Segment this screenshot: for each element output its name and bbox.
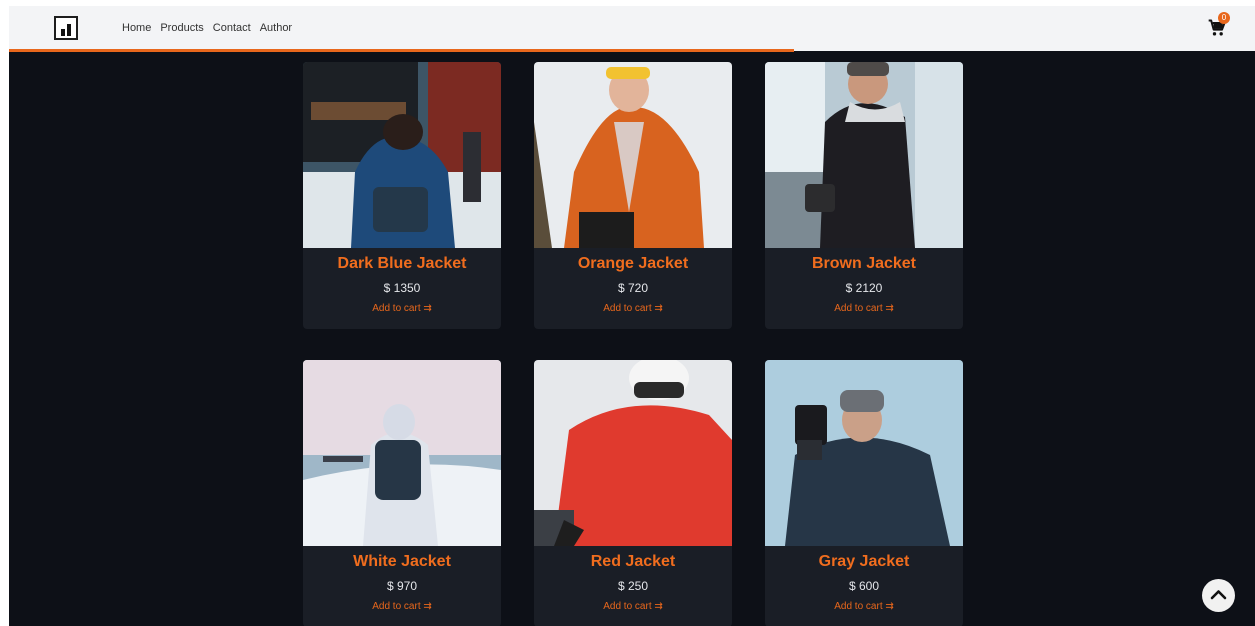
product-image — [765, 360, 963, 546]
add-to-cart-link[interactable]: Add to cart ⇉ — [765, 601, 963, 612]
product-image — [765, 62, 963, 248]
scroll-progress-bar — [9, 49, 794, 52]
nav-home-link[interactable]: Home — [122, 22, 151, 34]
product-title: White Jacket — [353, 553, 451, 570]
product-title: Orange Jacket — [577, 255, 689, 272]
product-card: Dark Blue Jacket $ 1350 Add to cart ⇉ — [303, 62, 501, 329]
nav-links: Home Products Contact Author — [122, 22, 301, 34]
product-title: Dark Blue Jacket — [337, 255, 467, 272]
product-card: White Jacket $ 970 Add to cart ⇉ — [303, 360, 501, 626]
product-price: $ 600 — [848, 579, 880, 593]
logo-icon[interactable] — [54, 16, 78, 40]
add-to-cart-link[interactable]: Add to cart ⇉ — [534, 601, 732, 612]
product-title: Red Jacket — [590, 553, 676, 570]
nav-author-link[interactable]: Author — [260, 22, 292, 34]
add-to-cart-link[interactable]: Add to cart ⇉ — [303, 303, 501, 314]
product-card: Red Jacket $ 250 Add to cart ⇉ — [534, 360, 732, 626]
product-image — [534, 360, 732, 546]
product-price: $ 2120 — [845, 281, 883, 295]
navbar: Home Products Contact Author 0 — [9, 6, 1255, 52]
product-card: Orange Jacket $ 720 Add to cart ⇉ — [534, 62, 732, 329]
chevron-up-icon — [1210, 590, 1227, 600]
product-card: Brown Jacket $ 2120 Add to cart ⇉ — [765, 62, 963, 329]
product-image — [303, 360, 501, 546]
product-image — [534, 62, 732, 248]
product-price: $ 970 — [386, 579, 418, 593]
add-to-cart-link[interactable]: Add to cart ⇉ — [303, 601, 501, 612]
product-price: $ 250 — [617, 579, 649, 593]
add-to-cart-link[interactable]: Add to cart ⇉ — [765, 303, 963, 314]
product-price: $ 720 — [617, 281, 649, 295]
page: Home Products Contact Author 0 Dark Blue… — [9, 6, 1255, 626]
cart-button[interactable]: 0 — [1207, 12, 1233, 44]
add-to-cart-link[interactable]: Add to cart ⇉ — [534, 303, 732, 314]
cart-count-badge: 0 — [1218, 12, 1230, 24]
nav-products-link[interactable]: Products — [160, 22, 203, 34]
product-title: Brown Jacket — [811, 255, 917, 272]
product-price: $ 1350 — [383, 281, 421, 295]
product-image — [303, 62, 501, 248]
scroll-to-top-button[interactable] — [1202, 579, 1235, 612]
nav-contact-link[interactable]: Contact — [213, 22, 251, 34]
product-card: Gray Jacket $ 600 Add to cart ⇉ — [765, 360, 963, 626]
product-title: Gray Jacket — [818, 553, 910, 570]
